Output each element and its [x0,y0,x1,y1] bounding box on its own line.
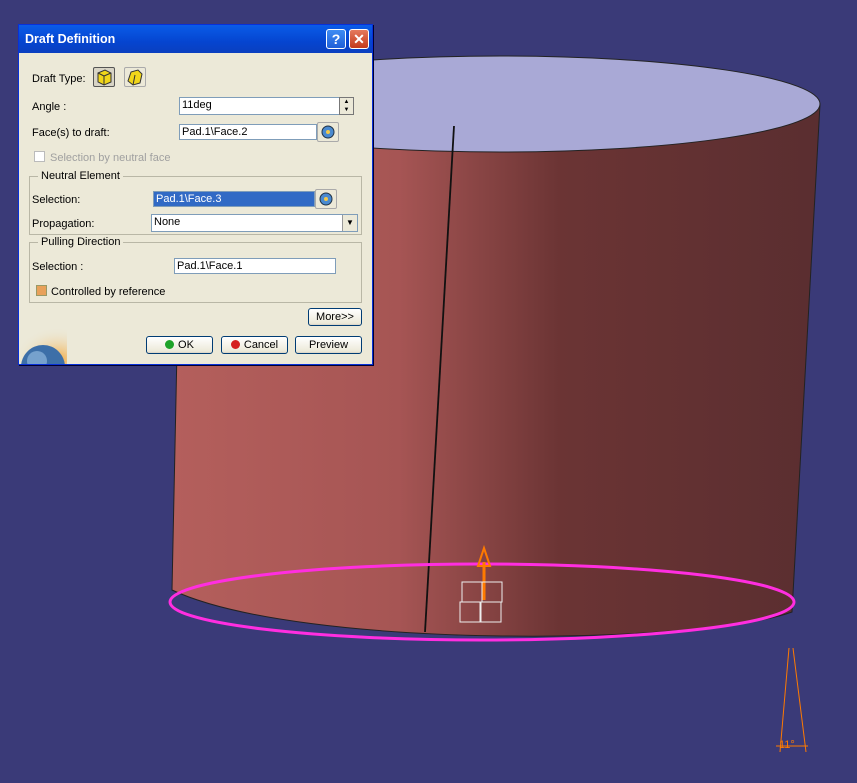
draft-constant-icon [97,69,112,86]
spin-up-icon[interactable]: ▲ [340,98,353,106]
neutral-selection-label: Selection: [32,194,81,206]
draft-type-variable-button[interactable] [124,67,146,87]
neutral-selection-field[interactable]: Pad.1\Face.3 [153,191,315,207]
angle-spinner[interactable]: ▲ ▼ [339,97,354,115]
close-button[interactable]: ✕ [349,29,369,49]
controlled-by-reference-checkbox[interactable] [36,285,47,296]
draft-variable-icon [127,69,143,86]
multi-select-icon [319,192,333,206]
dialog-titlebar[interactable]: Draft Definition ? ✕ [19,25,372,53]
cancel-button[interactable]: Cancel [221,336,288,354]
multi-select-icon [321,125,335,139]
neutral-selection-selector-button[interactable] [315,189,337,209]
more-button[interactable]: More>> [308,308,362,326]
faces-to-draft-selector-button[interactable] [317,122,339,142]
pulling-direction-title: Pulling Direction [38,236,124,248]
draft-angle-indicator [776,647,808,753]
angle-input[interactable]: 11deg [179,97,341,115]
dialog-title: Draft Definition [25,32,116,46]
faces-to-draft-label: Face(s) to draft: [32,127,110,139]
spin-down-icon[interactable]: ▼ [340,106,353,114]
controlled-by-reference-label: Controlled by reference [51,286,166,298]
help-button[interactable]: ? [326,29,346,49]
propagation-label: Propagation: [32,218,95,230]
cancel-label: Cancel [243,339,279,351]
ok-icon [165,340,175,349]
angle-label: Angle : [32,101,67,113]
pulling-selection-label: Selection : [32,261,84,273]
draft-definition-dialog: Draft Definition ? ✕ Draft Type: Angle :… [18,24,373,365]
draft-type-constant-button[interactable] [93,67,115,87]
cancel-icon [230,340,240,349]
catia-logo [19,327,67,364]
pulling-selection-field[interactable]: Pad.1\Face.1 [174,258,336,274]
chevron-down-icon[interactable]: ▼ [342,215,357,231]
preview-button[interactable]: Preview [295,336,362,354]
faces-to-draft-field[interactable]: Pad.1\Face.2 [179,124,317,140]
propagation-select[interactable]: None ▼ [151,214,358,232]
draft-angle-label: 11° [779,739,795,751]
selection-by-neutral-face-checkbox[interactable] [34,151,45,162]
draft-type-label: Draft Type: [32,73,86,85]
propagation-value: None [154,216,181,228]
selection-by-neutral-face-label: Selection by neutral face [50,152,171,164]
ok-label: OK [178,339,194,351]
ok-button[interactable]: OK [146,336,213,354]
neutral-element-title: Neutral Element [38,170,123,182]
